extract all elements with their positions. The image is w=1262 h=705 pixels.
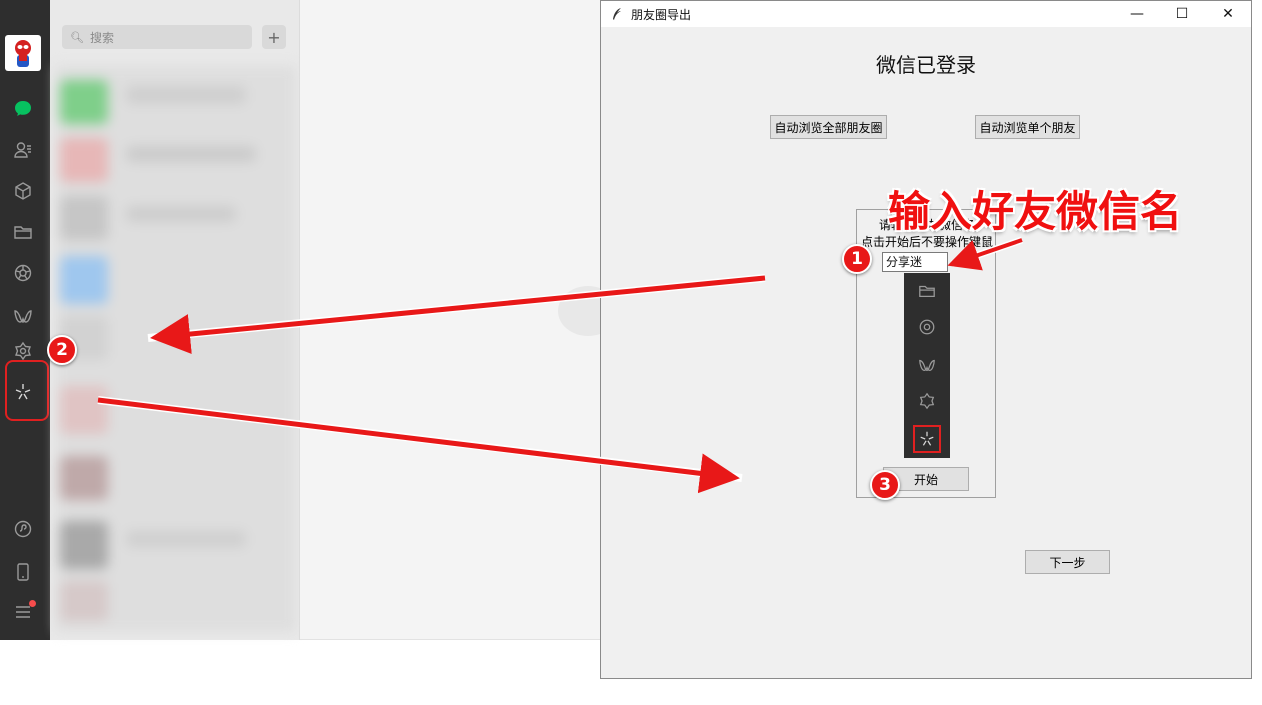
browse-all-moments-button[interactable]: 自动浏览全部朋友圈	[770, 115, 887, 139]
blurred-chat-list	[56, 66, 296, 632]
search-feature-icon[interactable]	[12, 340, 34, 362]
maximize-button[interactable]: ☐	[1159, 1, 1205, 27]
wechat-sidebar	[0, 0, 50, 640]
favorites-icon[interactable]	[12, 180, 34, 202]
login-status-heading: 微信已登录	[876, 53, 976, 77]
next-step-button[interactable]: 下一步	[1025, 550, 1110, 574]
chat-icon[interactable]	[12, 98, 34, 120]
contacts-icon[interactable]	[12, 139, 34, 161]
miniapp-link-icon[interactable]	[12, 518, 34, 540]
channels-icon	[917, 355, 937, 375]
search-feature-icon	[917, 391, 937, 411]
chat-list-panel: 🔍︎ 搜索 +	[50, 0, 300, 640]
notification-dot	[29, 600, 36, 607]
mini-programs-highlight-box	[5, 360, 49, 421]
window-title: 朋友圈导出	[631, 7, 692, 22]
phone-icon[interactable]	[12, 561, 34, 583]
step-badge-3: 3	[870, 470, 900, 500]
files-icon	[917, 281, 937, 301]
step-badge-1: 1	[842, 244, 872, 274]
title-bar: 朋友圈导出 — ☐ ✕	[601, 1, 1251, 27]
sidebar-preview-image	[904, 273, 950, 458]
search-icon: 🔍︎	[70, 30, 84, 44]
avatar[interactable]	[5, 35, 41, 71]
friend-name-input[interactable]: 分享迷	[882, 252, 948, 272]
browse-single-friend-button[interactable]: 自动浏览单个朋友	[975, 115, 1080, 139]
files-icon[interactable]	[12, 221, 34, 243]
search-input[interactable]: 🔍︎ 搜索	[62, 25, 252, 49]
close-button[interactable]: ✕	[1205, 1, 1251, 27]
moments-icon	[917, 317, 937, 337]
step-badge-2: 2	[47, 335, 77, 365]
minimize-button[interactable]: —	[1114, 1, 1160, 27]
mini-programs-highlight-box	[913, 425, 941, 453]
moments-icon[interactable]	[12, 262, 34, 284]
feather-icon	[613, 8, 621, 20]
annotation-callout: 输入好友微信名	[888, 187, 1183, 236]
channels-icon[interactable]	[12, 305, 34, 327]
moments-export-window: 朋友圈导出 — ☐ ✕ 微信已登录 自动浏览全部朋友圈 自动浏览单个朋友 请输入…	[600, 0, 1252, 679]
single-friend-frame: 请输入好友微信名 点击开始后不要操作键鼠 分享迷 开始	[856, 209, 996, 498]
add-button[interactable]: +	[262, 25, 286, 49]
search-placeholder: 搜索	[89, 30, 114, 45]
chat-content-area	[300, 0, 618, 640]
